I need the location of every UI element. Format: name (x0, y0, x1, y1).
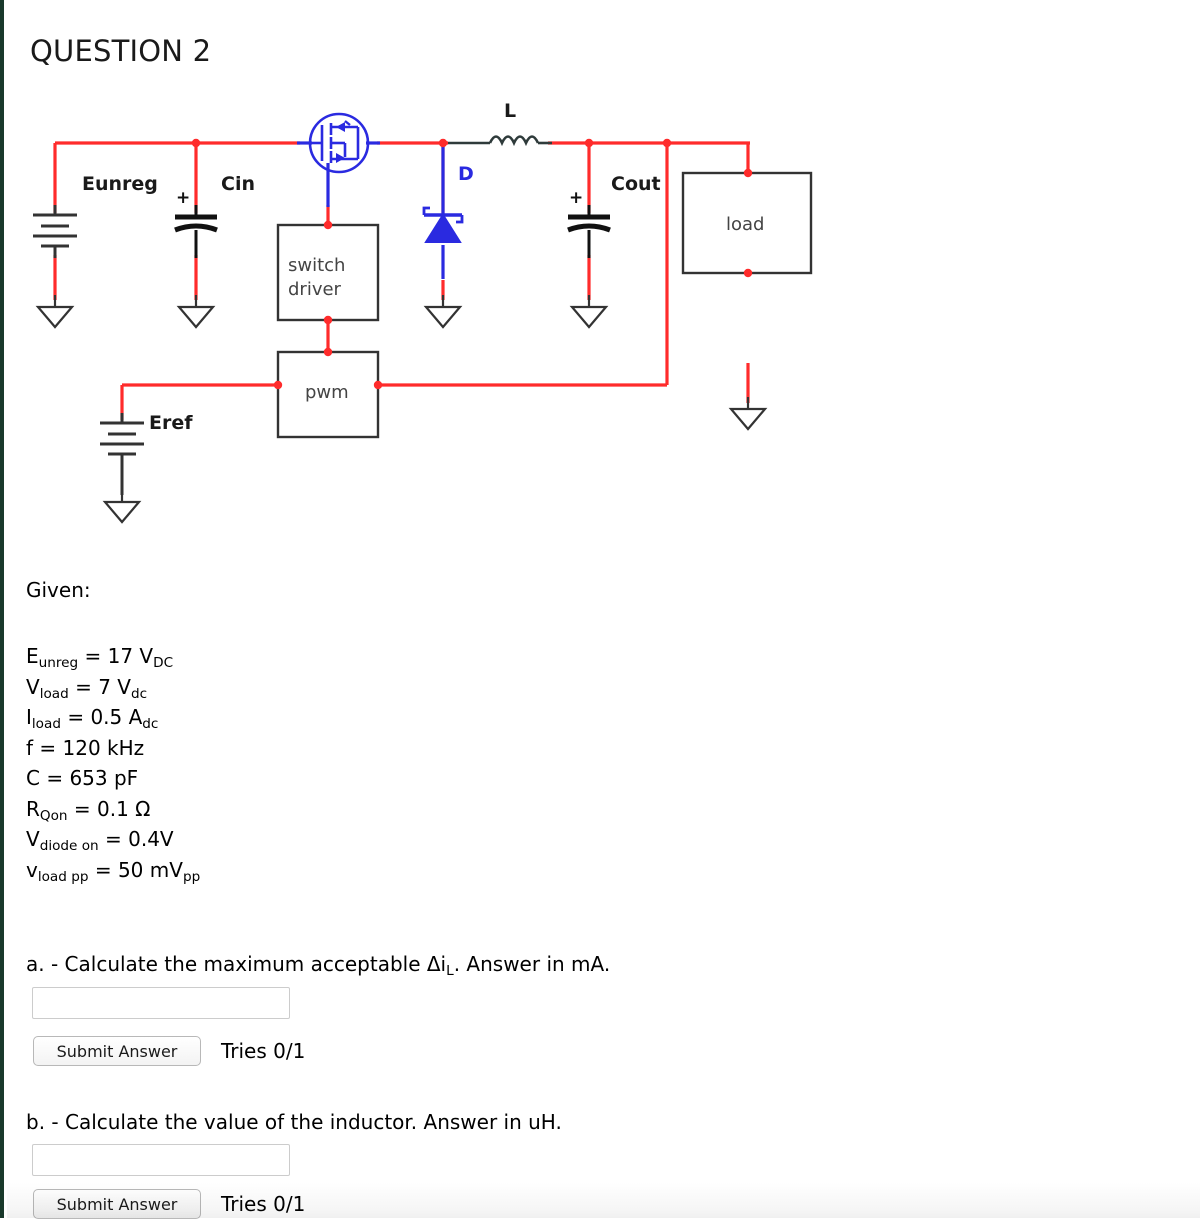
part-a-prompt: a. - Calculate the maximum acceptable Δi… (26, 952, 611, 979)
label-cin-plus: + (176, 188, 190, 208)
label-inductor: L (504, 100, 516, 122)
label-cout-plus: + (569, 188, 583, 208)
voltage-source-eref (100, 413, 144, 495)
capacitor-cin (174, 205, 218, 258)
ground-symbol-source (35, 295, 75, 329)
ground-symbol-load (728, 397, 768, 431)
given-values-list: Eunreg = 17 VDC Vload = 7 Vdc Iload = 0.5 … (26, 641, 200, 885)
given-item: C = 653 pF (26, 766, 139, 790)
part-a-tries-text: Tries 0/1 (221, 1039, 306, 1063)
given-item: RQon = 0.1 Ω (26, 796, 151, 824)
question-page: QUESTION 2 Eunreg + Cin switch driver pw… (0, 0, 1200, 1219)
label-cout: Cout (611, 173, 661, 195)
circuit-diagram: Eunreg + Cin switch driver pwm D L + Cou… (0, 95, 860, 555)
label-load: load (726, 214, 764, 235)
given-item: f = 120 kHz (26, 735, 145, 760)
pwm-box: pwm (276, 350, 380, 439)
given-item: Vload = 7 Vdc (26, 674, 148, 702)
page-title: QUESTION 2 (30, 34, 212, 68)
label-eunreg: Eunreg (82, 173, 158, 195)
part-b-prompt: b. - Calculate the value of the inductor… (26, 1110, 562, 1134)
ground-symbol-cout (569, 295, 609, 329)
voltage-source-eunreg (33, 205, 77, 258)
load-box: load (681, 171, 813, 275)
label-eref: Eref (149, 412, 193, 434)
ground-symbol-diode (423, 295, 463, 329)
part-a-submit-button[interactable]: Submit Answer (33, 1036, 201, 1066)
ground-symbol-cin (176, 295, 216, 329)
inductor-l (448, 135, 552, 147)
label-switch-driver-line2: driver (288, 279, 342, 300)
mosfet-switch (308, 112, 370, 174)
given-item: vload pp = 50 mVpp (26, 857, 201, 885)
part-b-answer-input[interactable] (32, 1144, 290, 1176)
given-item: Eunreg = 17 VDC (26, 644, 174, 671)
capacitor-cout (567, 205, 611, 258)
label-switch-driver-line1: switch (288, 255, 345, 276)
label-pwm: pwm (305, 382, 349, 403)
switch-driver-box: switch driver (276, 223, 380, 322)
label-cin: Cin (221, 173, 255, 195)
part-a-answer-input[interactable] (32, 987, 290, 1019)
part-b-submit-button[interactable]: Submit Answer (33, 1189, 201, 1219)
given-item: Iload = 0.5 Adc (26, 705, 159, 732)
label-diode: D (458, 163, 474, 185)
given-item: Vdiode on = 0.4V (26, 827, 174, 854)
ground-symbol-eref (102, 490, 142, 524)
part-b-tries-text: Tries 0/1 (221, 1192, 306, 1216)
given-heading: Given: (26, 578, 91, 602)
